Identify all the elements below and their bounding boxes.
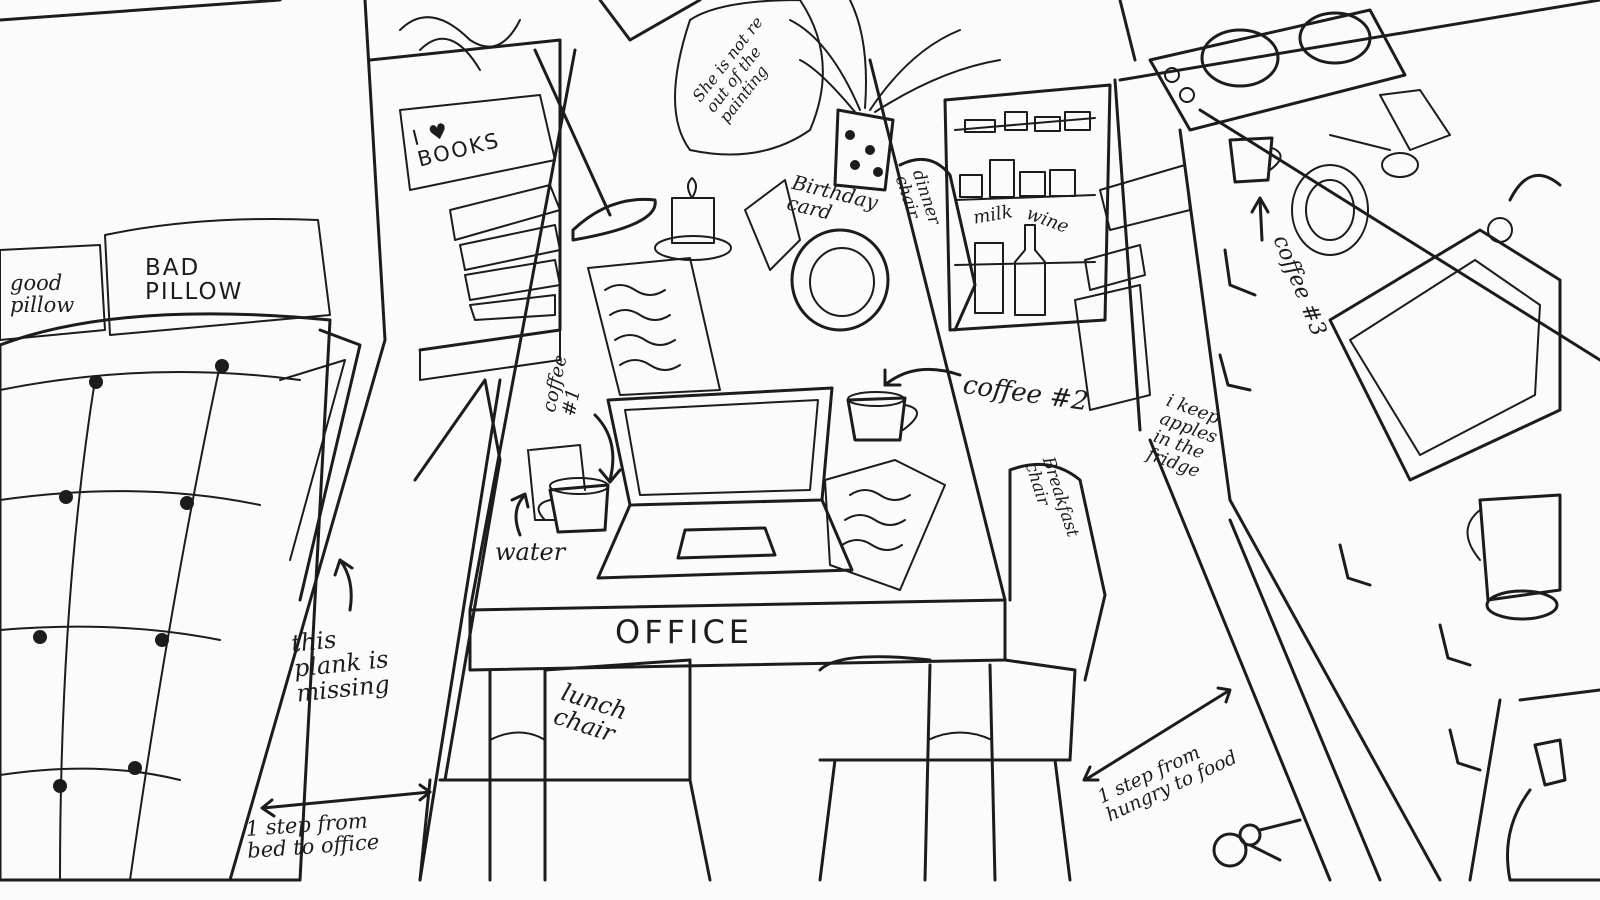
label-office: OFFICE [615, 613, 753, 651]
sketch-scene: { "labels": { "good_pillow": "good\npill… [0, 0, 1600, 900]
label-bed-to-office: 1 step from bed to office [244, 808, 381, 863]
room-drawing [0, 0, 1600, 882]
label-bad-pillow: BAD PILLOW [145, 255, 244, 306]
coffee-cup-2 [846, 391, 918, 442]
label-good-pillow: good pillow [10, 271, 75, 318]
cabinet-handles [1218, 248, 1482, 772]
bed [0, 218, 362, 882]
paper-notes [587, 257, 946, 591]
laptop [596, 386, 854, 580]
spray-bottle [1506, 738, 1600, 882]
label-plank-note: this plank is missing [289, 625, 392, 708]
coffee-cup-1 [529, 444, 610, 534]
candle [654, 177, 732, 261]
plate [790, 228, 890, 332]
label-water: water [495, 538, 566, 566]
keys [1212, 818, 1302, 868]
bookshelf [368, 16, 562, 381]
